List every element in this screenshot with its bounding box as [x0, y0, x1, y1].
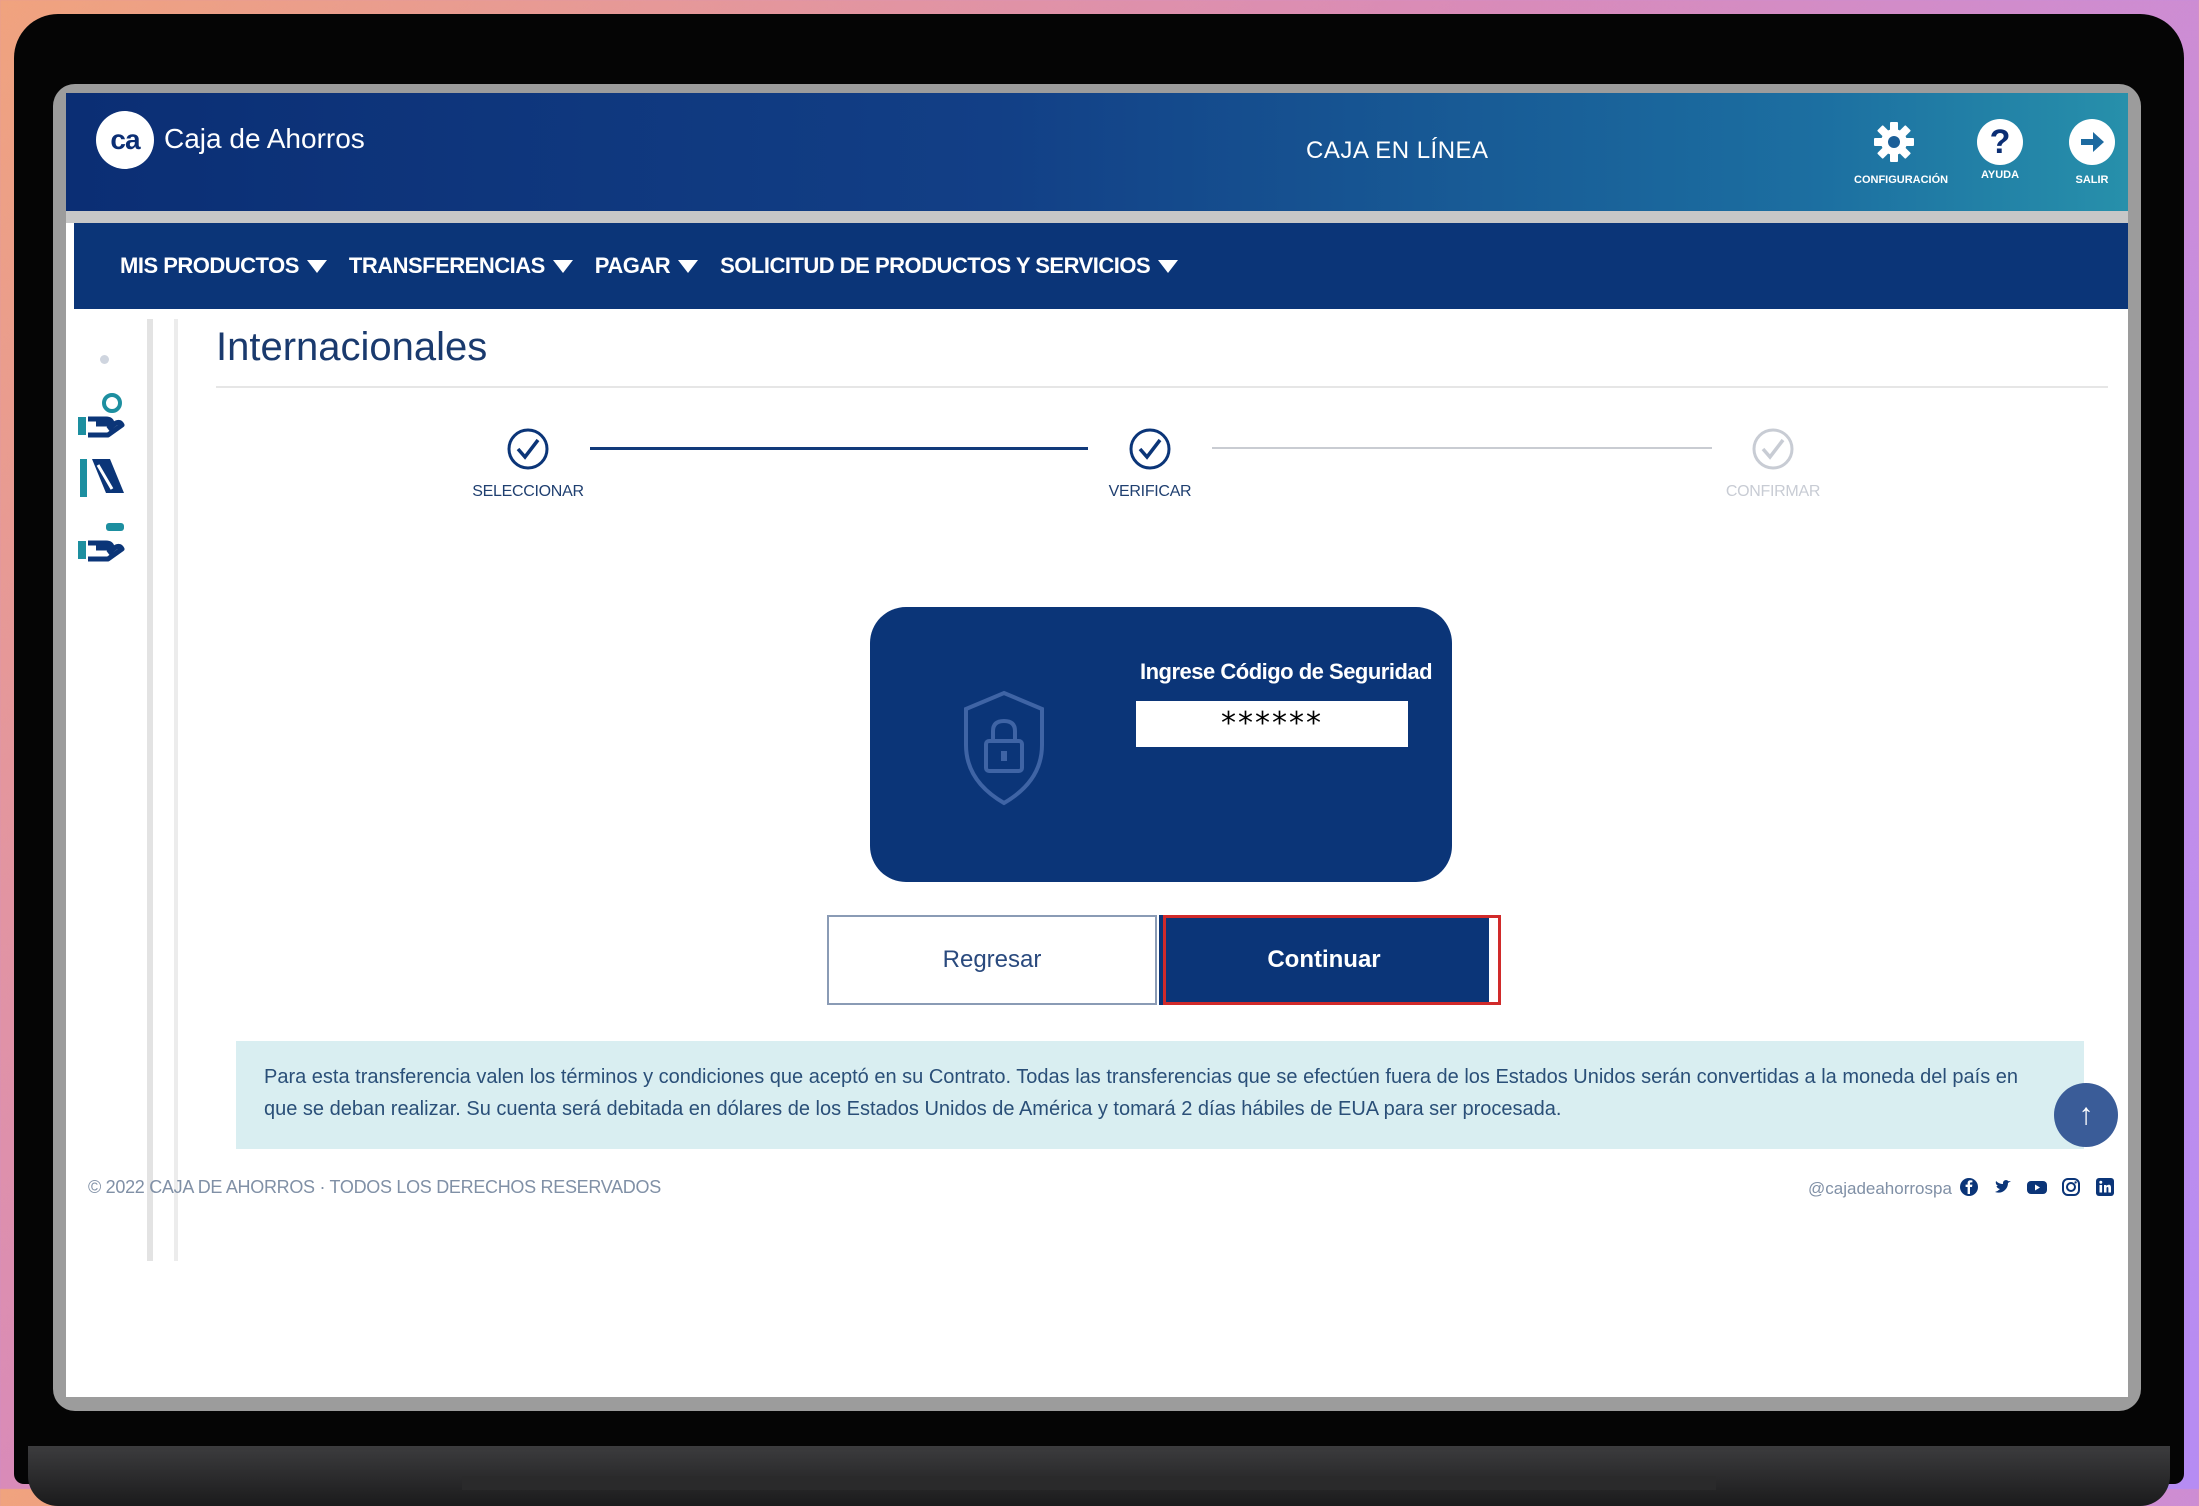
documents-icon[interactable] [76, 453, 132, 501]
nav-pagar[interactable]: PAGAR [594, 253, 699, 279]
check-circle-icon [1129, 428, 1171, 470]
back-button[interactable]: Regresar [827, 915, 1157, 1005]
nav-solicitud[interactable]: SOLICITUD DE PRODUCTOS Y SERVICIOS [720, 253, 1179, 279]
twitter-icon[interactable] [1992, 1177, 2014, 1199]
sidebar-rail-edge [174, 319, 178, 1261]
caret-down-icon [1158, 259, 1179, 273]
app-screen: ca Caja de Ahorros CAJA EN LÍNEA CONFIGU… [66, 93, 2128, 1397]
logo-icon[interactable]: ca [96, 111, 154, 169]
continue-button[interactable]: Continuar [1159, 915, 1489, 1005]
settings-label: CONFIGURACIÓN [1854, 174, 1949, 186]
exit-label: SALIR [2075, 174, 2109, 186]
exit-icon [2069, 119, 2115, 165]
nav-label: TRANSFERENCIAS [348, 253, 545, 278]
title-divider [216, 386, 2108, 388]
nav-mis-productos[interactable]: MIS PRODUCTOS [120, 253, 327, 279]
nav-label: PAGAR [594, 253, 671, 278]
step-label: VERIFICAR [1108, 483, 1192, 500]
youtube-icon[interactable] [2026, 1177, 2048, 1199]
help-label: AYUDA [1980, 169, 2020, 181]
nav-transferencias[interactable]: TRANSFERENCIAS [349, 253, 573, 279]
sidebar-rail [147, 319, 153, 1261]
app-title: CAJA EN LÍNEA [1306, 137, 1489, 164]
nav-label: SOLICITUD DE PRODUCTOS Y SERVICIOS [720, 253, 1151, 278]
terms-notice: Para esta transferencia valen los términ… [236, 1041, 2084, 1149]
help-icon: ? [1977, 119, 2023, 165]
stepper-connector [590, 447, 1088, 450]
exit-button[interactable]: SALIR [2052, 119, 2128, 186]
scroll-to-top-button[interactable]: ↑ [2054, 1083, 2118, 1147]
hand-coin-icon[interactable] [76, 391, 132, 439]
top-header: ca Caja de Ahorros CAJA EN LÍNEA CONFIGU… [66, 93, 2128, 211]
nav-label: MIS PRODUCTOS [120, 253, 299, 278]
linkedin-icon[interactable] [2094, 1177, 2116, 1199]
gear-icon [1871, 119, 1917, 165]
shield-lock-icon [964, 690, 1044, 806]
arrow-up-icon: ↑ [2078, 1098, 2094, 1131]
security-code-label: Ingrese Código de Seguridad [1140, 659, 1433, 684]
check-circle-icon [1752, 428, 1794, 470]
laptop-hinge [462, 1476, 1716, 1490]
facebook-icon[interactable] [1958, 1177, 1980, 1199]
sidebar-handle[interactable] [100, 355, 109, 364]
caret-down-icon [306, 259, 327, 273]
step-seleccionar: SELECCIONAR [428, 427, 628, 501]
check-circle-icon [507, 428, 549, 470]
settings-button[interactable]: CONFIGURACIÓN [1854, 119, 1949, 186]
help-button[interactable]: ? AYUDA [1960, 119, 2040, 181]
footer-copyright: © 2022 CAJA DE AHORROS · TODOS LOS DEREC… [88, 1177, 661, 1197]
hand-transfer-icon[interactable] [76, 517, 132, 565]
main-nav: MIS PRODUCTOS TRANSFERENCIAS PAGAR SOLIC… [74, 223, 2128, 309]
instagram-icon[interactable] [2060, 1177, 2082, 1199]
notice-text: Para esta transferencia valen los términ… [264, 1066, 2019, 1120]
page-title: Internacionales [216, 325, 488, 369]
step-label: CONFIRMAR [1725, 483, 1821, 500]
step-verificar: VERIFICAR [1050, 427, 1250, 501]
header-divider [66, 211, 2128, 223]
security-code-input[interactable] [1136, 701, 1408, 747]
caret-down-icon [678, 259, 699, 273]
stepper-connector [1212, 447, 1712, 449]
brand-name[interactable]: Caja de Ahorros [164, 123, 365, 155]
step-label: SELECCIONAR [472, 483, 584, 500]
social-handle[interactable]: @cajadeahorrospa [1808, 1179, 1952, 1199]
step-confirmar: CONFIRMAR [1673, 427, 1873, 501]
security-code-card: Ingrese Código de Seguridad [870, 607, 1452, 882]
caret-down-icon [552, 259, 573, 273]
